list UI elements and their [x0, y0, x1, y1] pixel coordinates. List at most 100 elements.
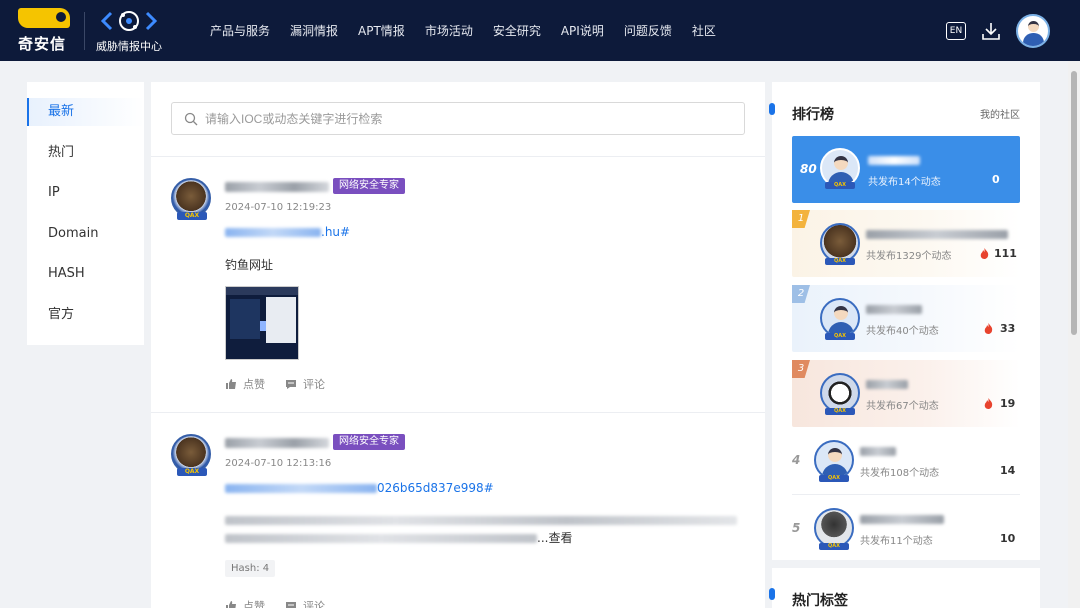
- top-navbar: 奇安信 威胁情报中心 产品与服务 漏洞情报 APT情报 市场活动 安全研究 AP…: [0, 0, 1080, 61]
- body-redacted: [225, 534, 537, 543]
- rank-number: 5: [792, 521, 801, 535]
- ioc-redacted: [225, 484, 377, 493]
- sidebar-item-latest[interactable]: 最新: [27, 98, 144, 126]
- comment-button[interactable]: 评论: [285, 376, 325, 392]
- like-button[interactable]: 点赞: [225, 376, 265, 392]
- post-ioc-link[interactable]: .hu#: [225, 225, 350, 239]
- nav-community[interactable]: 社区: [692, 22, 716, 39]
- sidebar-item-ip[interactable]: IP: [27, 179, 144, 220]
- rank-avatar: [814, 508, 854, 548]
- nav-products[interactable]: 产品与服务: [210, 22, 270, 39]
- page-scrollbar[interactable]: [1068, 61, 1080, 608]
- section-marker: [769, 103, 775, 115]
- feed-post: QAX 网络安全专家 2024-07-10 12:13:16 026b65d83…: [151, 434, 765, 608]
- fire-icon: [984, 323, 993, 334]
- ranking-panel: 排行榜 我的社区 80 QAX 共发布14个动态 0 1 QAX 共发布1329…: [769, 82, 1040, 560]
- feed-panel: QAX 网络安全专家 2024-07-10 12:19:23 .hu# 钓鱼网址…: [151, 82, 765, 608]
- post-count: 共发布40个动态: [866, 326, 939, 337]
- nav-research[interactable]: 安全研究: [493, 22, 541, 39]
- post-screenshot[interactable]: [225, 286, 299, 360]
- ioc-link-text: .hu#: [321, 225, 351, 239]
- score: 0: [992, 173, 1000, 186]
- comment-label: 评论: [303, 600, 325, 608]
- hot-tags-title: 热门标签: [792, 593, 848, 608]
- top-right-controls: EN: [946, 0, 1050, 61]
- sidebar-item-official[interactable]: 官方: [27, 301, 144, 342]
- scrollbar-thumb[interactable]: [1071, 71, 1077, 335]
- rank-card-2[interactable]: 2 QAX 共发布40个动态 33: [792, 285, 1020, 352]
- nav-vuln-intel[interactable]: 漏洞情报: [290, 22, 338, 39]
- search-box[interactable]: [171, 102, 745, 135]
- threat-intel-logo[interactable]: 威胁情报中心: [92, 8, 166, 54]
- post-body-tail: ...查看: [225, 529, 572, 546]
- tiger-logo-icon: [18, 8, 70, 28]
- qax-badge: QAX: [825, 182, 855, 189]
- fire-icon: [980, 248, 989, 259]
- user-name-redacted: [860, 447, 896, 456]
- section-marker: [769, 588, 775, 600]
- score: 14: [1000, 464, 1016, 477]
- score: 33: [1000, 322, 1016, 335]
- post-count: 共发布67个动态: [866, 401, 939, 412]
- nav-api[interactable]: API说明: [561, 22, 604, 39]
- user-name-redacted: [860, 515, 944, 524]
- qax-badge: QAX: [177, 468, 207, 476]
- post-actions: 点赞 评论: [225, 598, 345, 608]
- comment-label: 评论: [303, 378, 325, 391]
- fire-icon: [984, 398, 993, 409]
- score: 111: [994, 247, 1017, 260]
- rank-avatar: [820, 373, 860, 413]
- post-divider: [151, 412, 765, 413]
- ioc-link-text: 026b65d837e998#: [377, 481, 494, 495]
- my-rank-card[interactable]: 80 QAX 共发布14个动态 0: [792, 136, 1020, 203]
- language-button[interactable]: EN: [946, 21, 966, 40]
- comment-button[interactable]: 评论: [285, 598, 325, 608]
- ranking-title: 排行榜: [792, 107, 834, 123]
- author-name-redacted[interactable]: [225, 438, 329, 448]
- qax-badge: QAX: [177, 212, 207, 220]
- sidebar-item-hot[interactable]: 热门: [27, 139, 144, 180]
- rank-badge: 1: [792, 210, 810, 228]
- post-count: 共发布1329个动态: [866, 251, 952, 262]
- nav-feedback[interactable]: 问题反馈: [624, 22, 672, 39]
- download-icon[interactable]: [980, 20, 1002, 42]
- sidebar-item-domain[interactable]: Domain: [27, 220, 144, 261]
- expert-tag: 网络安全专家: [333, 178, 405, 194]
- nav-apt-intel[interactable]: APT情报: [358, 22, 405, 39]
- like-label: 点赞: [243, 600, 265, 608]
- user-avatar[interactable]: [1016, 13, 1050, 48]
- rank-avatar: [814, 440, 854, 480]
- qax-badge: QAX: [825, 258, 855, 265]
- rank-card-1[interactable]: 1 QAX 共发布1329个动态 111: [792, 210, 1020, 277]
- rank-badge: 2: [792, 285, 810, 303]
- expert-tag: 网络安全专家: [333, 434, 405, 450]
- thumbs-up-icon: [226, 601, 236, 608]
- like-button[interactable]: 点赞: [225, 598, 265, 608]
- main-nav: 产品与服务 漏洞情报 APT情报 市场活动 安全研究 API说明 问题反馈 社区: [200, 0, 726, 61]
- sidebar-item-hash[interactable]: HASH: [27, 260, 144, 301]
- hash-count-chip[interactable]: Hash: 4: [225, 560, 276, 577]
- user-name-redacted: [866, 305, 922, 314]
- thumbs-up-icon: [226, 379, 236, 389]
- hot-tags-panel: 热门标签: [769, 568, 1040, 608]
- rank-number: 80: [800, 162, 817, 176]
- search-divider: [151, 156, 765, 157]
- rank-avatar: [820, 298, 860, 338]
- user-name-redacted: [866, 380, 908, 389]
- rank-card-4[interactable]: 4 QAX 共发布108个动态 14: [792, 427, 1020, 494]
- my-community-link[interactable]: 我的社区: [980, 106, 1020, 121]
- author-name-redacted[interactable]: [225, 182, 329, 192]
- rank-card-3[interactable]: 3 QAX 共发布67个动态 19: [792, 360, 1020, 427]
- post-time: 2024-07-10 12:19:23: [225, 202, 332, 213]
- comment-icon: [286, 602, 296, 608]
- post-ioc-link[interactable]: 026b65d837e998#: [225, 481, 494, 495]
- qianxin-logo[interactable]: 奇安信: [18, 8, 74, 54]
- user-name-redacted: [868, 156, 920, 165]
- nav-events[interactable]: 市场活动: [425, 22, 473, 39]
- qax-badge: QAX: [825, 408, 855, 415]
- read-more-link[interactable]: ...查看: [537, 531, 572, 545]
- product-name: 威胁情报中心: [96, 40, 162, 53]
- rank-card-5[interactable]: 5 QAX 共发布11个动态 10: [792, 495, 1020, 557]
- search-input[interactable]: [205, 111, 725, 126]
- post-count: 共发布108个动态: [860, 468, 940, 479]
